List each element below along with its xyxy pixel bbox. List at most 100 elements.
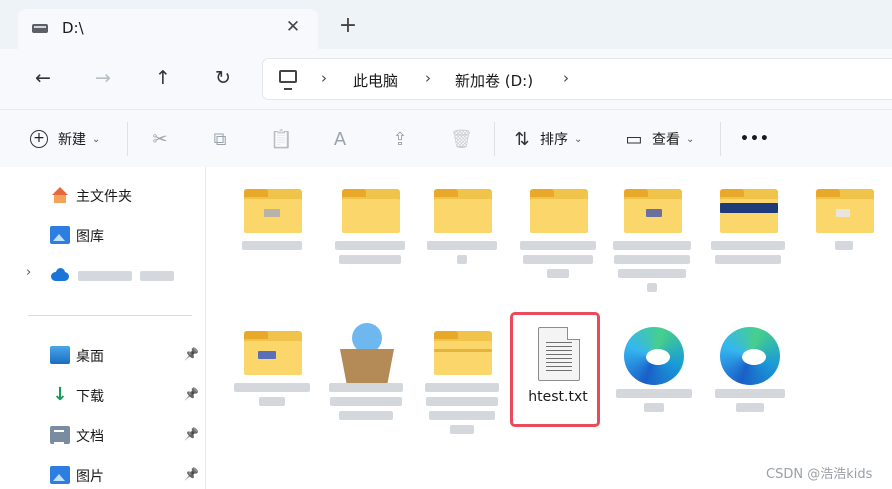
pin-icon: 📌 (184, 467, 199, 481)
rename-button[interactable]: A (330, 126, 358, 152)
sidebar-item-desktop[interactable]: 桌面 📌 (0, 339, 206, 371)
paste-button[interactable]: 📋 (270, 126, 298, 152)
scissors-icon: ✂ (152, 128, 168, 150)
archive-item[interactable] (320, 313, 412, 453)
folder-item[interactable] (416, 171, 508, 311)
trash-icon: 🗑 (450, 128, 473, 150)
edge-browser-icon (624, 327, 684, 385)
folder-item[interactable] (416, 313, 508, 453)
folder-icon (244, 331, 302, 375)
cut-button[interactable]: ✂ (150, 126, 178, 152)
sidebar-item-pictures[interactable]: 图片 📌 (0, 459, 206, 489)
folder-item[interactable] (798, 171, 890, 311)
breadcrumb-separator[interactable]: › (321, 69, 327, 87)
folder-item[interactable] (512, 171, 604, 311)
tab-title: D:\ (62, 19, 84, 37)
sort-button[interactable]: ⇅ 排序 ⌄ (512, 126, 582, 152)
folder-item[interactable] (226, 171, 318, 311)
onedrive-icon (50, 266, 70, 284)
folder-icon (530, 189, 588, 233)
folder-item[interactable] (226, 313, 318, 453)
blurred-label (78, 271, 132, 281)
sidebar-item-onedrive[interactable]: › (0, 259, 206, 291)
breadcrumb-separator[interactable]: › (563, 69, 569, 87)
folder-icon (342, 189, 400, 233)
folder-item[interactable] (324, 171, 416, 311)
pin-icon: 📌 (184, 427, 199, 441)
chevron-down-icon: ⌄ (92, 133, 101, 145)
watermark: CSDN @浩浩kids (766, 467, 873, 482)
tab-drive-d[interactable]: D:\ ✕ (18, 9, 318, 49)
delete-button[interactable]: 🗑 (450, 126, 478, 152)
sidebar-item-documents[interactable]: 文档 📌 (0, 419, 206, 451)
documents-icon (50, 426, 70, 444)
more-icon: ••• (740, 131, 770, 147)
blurred-label (140, 271, 174, 281)
blurred-filename (230, 241, 314, 255)
selection-highlight-box (510, 312, 600, 427)
sidebar-item-home[interactable]: 主文件夹 (0, 179, 206, 211)
file-list: htest.txt (206, 167, 892, 489)
more-options-button[interactable]: ••• (740, 126, 770, 152)
folder-icon (624, 189, 682, 233)
folder-item[interactable] (606, 171, 698, 311)
sidebar-item-label: 图库 (76, 229, 104, 245)
sidebar-item-gallery[interactable]: 图库 (0, 219, 206, 251)
navigation-bar: ← → ↑ ↻ › 此电脑 › 新加卷 (D:) › (0, 49, 892, 109)
sidebar-divider (28, 315, 192, 316)
view-icon: ▭ (625, 128, 643, 150)
view-button[interactable]: ▭ 查看 ⌄ (624, 126, 694, 152)
view-label: 查看 (652, 132, 680, 148)
sidebar-item-label: 文档 (76, 429, 104, 445)
sidebar-item-label: 下载 (76, 389, 104, 405)
breadcrumb-this-pc[interactable]: 此电脑 (353, 70, 398, 91)
refresh-button[interactable]: ↻ (210, 65, 236, 91)
plus-icon: + (30, 130, 48, 148)
chevron-down-icon: ⌄ (686, 133, 695, 145)
breadcrumb-drive-d[interactable]: 新加卷 (D:) (455, 70, 533, 91)
blurred-filename (610, 241, 694, 297)
blurred-filename (420, 241, 504, 269)
sidebar-item-label: 图片 (76, 469, 104, 485)
blurred-filename (802, 241, 886, 255)
folder-icon (720, 189, 778, 233)
folder-item[interactable] (702, 171, 794, 311)
desktop-icon (50, 346, 70, 364)
breadcrumb-separator[interactable]: › (425, 69, 431, 87)
chevron-right-icon[interactable]: › (26, 265, 31, 280)
blurred-filename (612, 389, 696, 417)
title-bar: D:\ ✕ + (0, 0, 892, 52)
up-button[interactable]: ↑ (150, 65, 176, 91)
copy-button[interactable]: ⧉ (210, 126, 238, 152)
new-tab-button[interactable]: + (336, 14, 360, 38)
navigation-pane: 主文件夹 图库 › 桌面 📌 ↓ 下载 📌 文档 📌 图片 📌 (0, 167, 206, 489)
toolbar-divider (494, 122, 495, 156)
sidebar-item-label: 主文件夹 (76, 189, 132, 205)
blurred-filename (708, 389, 792, 417)
folder-icon (434, 331, 492, 375)
sidebar-item-downloads[interactable]: ↓ 下载 📌 (0, 379, 206, 411)
folder-icon (816, 189, 874, 233)
pin-icon: 📌 (184, 387, 199, 401)
shortcut-item[interactable] (704, 313, 796, 453)
chevron-down-icon: ⌄ (574, 133, 583, 145)
edge-browser-icon (720, 327, 780, 385)
folder-icon (244, 189, 302, 233)
copy-icon: ⧉ (213, 128, 227, 150)
blurred-filename (706, 241, 790, 269)
clipboard-icon: 📋 (270, 128, 293, 150)
shortcut-item[interactable] (608, 313, 700, 453)
blurred-filename (328, 241, 412, 269)
share-button[interactable]: ⇪ (390, 126, 418, 152)
toolbar-divider (720, 122, 721, 156)
folder-icon (434, 189, 492, 233)
address-bar[interactable]: › 此电脑 › 新加卷 (D:) › (262, 58, 892, 100)
pin-icon: 📌 (184, 347, 199, 361)
rename-icon: A (333, 128, 347, 150)
back-button[interactable]: ← (30, 65, 56, 91)
drive-icon (32, 24, 48, 33)
close-tab-icon[interactable]: ✕ (282, 16, 304, 38)
sidebar-item-label: 桌面 (76, 349, 104, 365)
new-button[interactable]: + 新建 ⌄ (30, 126, 100, 152)
forward-button[interactable]: → (90, 65, 116, 91)
